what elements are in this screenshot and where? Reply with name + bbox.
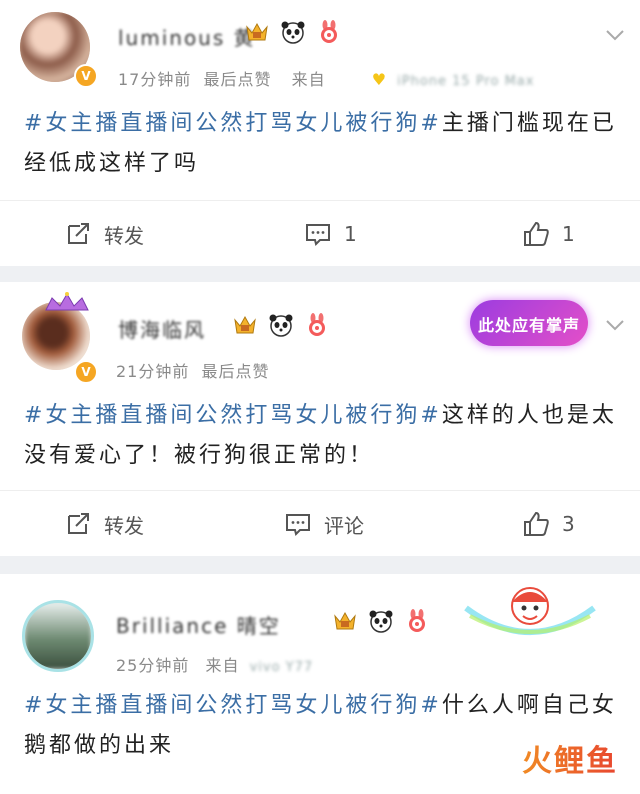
source-label: 来自 — [291, 70, 326, 89]
mascot-sticker — [464, 587, 596, 635]
last-like-label: 最后点赞 — [203, 70, 272, 89]
hashtag-link[interactable]: #女主播直播间公然打骂女儿被行狗# — [24, 111, 442, 136]
post-meta: 21分钟前 最后点赞 — [116, 358, 269, 382]
rabbit-icon — [309, 313, 325, 336]
repost-label: 转发 — [104, 513, 144, 538]
repost-label: 转发 — [104, 223, 144, 248]
avatar[interactable] — [22, 600, 94, 672]
comment-count: 1 — [344, 222, 357, 246]
crown-badge-icon — [234, 315, 256, 334]
user-badges — [244, 19, 342, 45]
repost-icon — [68, 513, 89, 534]
comment-button[interactable]: 评论 — [284, 494, 364, 554]
crown-frame-icon — [45, 292, 89, 311]
user-badges — [332, 608, 430, 634]
post-time: 21分钟前 — [116, 362, 190, 381]
like-button[interactable]: 3 — [522, 494, 575, 554]
like-button[interactable]: 1 — [522, 204, 575, 264]
post-text: #女主播直播间公然打骂女儿被行狗#主播门槛现在已经低成这样了吗 — [24, 104, 624, 184]
action-bar: 转发 1 1 — [0, 204, 640, 264]
comment-label: 评论 — [324, 513, 364, 538]
username[interactable]: Brilliance 晴空 — [116, 610, 281, 639]
sticker-text: 此处应有掌声 — [477, 316, 580, 335]
post-card-3: Brilliance 晴空 25分钟前 来自 vivo Y77 #女主播直播间公… — [0, 574, 640, 794]
thumbs-up-icon — [524, 221, 549, 246]
repost-button[interactable]: 转发 — [64, 494, 144, 554]
repost-button[interactable]: 转发 — [64, 204, 144, 264]
source-device[interactable]: iPhone 15 Pro Max — [397, 74, 534, 89]
post-time: 17分钟前 — [118, 70, 192, 89]
comment-button[interactable]: 1 — [304, 204, 357, 264]
username[interactable]: 博海临风 — [118, 314, 206, 343]
thumbs-up-icon — [524, 511, 549, 536]
divider — [0, 490, 640, 491]
post-card-1: V luminous 黄 17分钟前 最后点赞 来自 ♥ iPhone 15 P… — [0, 0, 640, 266]
username[interactable]: luminous 黄 — [118, 22, 256, 51]
source-device[interactable]: vivo Y77 — [250, 660, 314, 675]
last-like-label: 最后点赞 — [201, 362, 270, 381]
comment-icon — [286, 514, 310, 536]
heart-icon: ♥ — [371, 70, 388, 89]
watermark-logo: 火鲤鱼 — [522, 736, 618, 780]
post-time: 25分钟前 — [116, 656, 190, 675]
user-badges — [232, 312, 330, 338]
action-bar: 转发 评论 3 — [0, 494, 640, 554]
chevron-down-icon[interactable] — [604, 24, 626, 46]
applause-sticker: 此处应有掌声 — [470, 300, 588, 346]
post-card-2: V 博海临风 此处应有掌声 21分钟前 最后点赞 #女主播直播间公然打骂女儿被行… — [0, 282, 640, 556]
divider — [0, 200, 640, 201]
panda-icon — [269, 314, 293, 337]
hashtag-link[interactable]: #女主播直播间公然打骂女儿被行狗# — [24, 403, 442, 428]
source-label: 来自 — [205, 656, 240, 675]
verified-badge-icon: V — [74, 64, 98, 88]
panda-icon — [281, 21, 305, 44]
like-count: 1 — [562, 222, 575, 246]
rabbit-icon — [321, 20, 337, 43]
chevron-down-icon[interactable] — [604, 314, 626, 336]
like-count: 3 — [562, 512, 575, 536]
post-meta: 25分钟前 来自 vivo Y77 — [116, 652, 313, 676]
panda-icon — [369, 610, 393, 633]
post-meta: 17分钟前 最后点赞 来自 ♥ iPhone 15 Pro Max — [118, 66, 534, 90]
hashtag-link[interactable]: #女主播直播间公然打骂女儿被行狗# — [24, 693, 442, 718]
post-text: #女主播直播间公然打骂女儿被行狗#这样的人也是太没有爱心了！被行狗很正常的！ — [24, 396, 624, 476]
watermark-text: 火鲤鱼 — [522, 744, 618, 779]
crown-badge-icon — [334, 611, 356, 630]
verified-badge-icon: V — [74, 360, 98, 384]
comment-icon — [306, 224, 330, 246]
rabbit-icon — [409, 609, 425, 632]
crown-badge-icon — [246, 22, 268, 41]
repost-icon — [68, 223, 89, 244]
